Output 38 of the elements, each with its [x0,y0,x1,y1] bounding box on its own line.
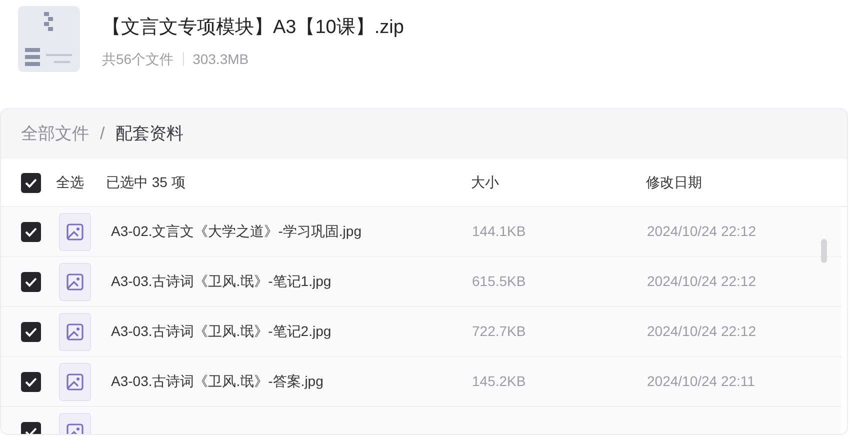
check-icon [25,178,37,188]
archive-title: 【文言文专项模块】A3【10课】.zip [102,16,404,40]
image-file-icon [59,262,91,300]
select-all-label: 全选 [56,173,85,192]
image-file-icon [59,362,91,400]
checkbox[interactable] [21,372,41,392]
column-header: 大小 [471,173,500,192]
file-size: 722.7KB [472,322,527,341]
zip-file-icon [18,6,80,72]
breadcrumb-link[interactable]: 配套资料 [116,121,184,147]
checkbox[interactable] [21,272,41,292]
modified-date: 2024/10/24 22:12 [647,222,756,241]
image-file-icon [59,312,91,350]
file-name[interactable]: A3-02.文言文《大学之道》-学习巩固.jpg [111,221,472,242]
check-icon [25,276,37,286]
file-count: 共56个文件 [102,50,174,68]
file-name[interactable]: A3-03.古诗词《卫风.氓》-笔记2.jpg [111,321,472,342]
check-icon [25,226,37,236]
file-name[interactable]: A3-03.古诗词《卫风.氓》-答案.jpg [111,371,472,392]
scrollbar-thumb[interactable] [821,239,827,263]
check-icon [25,326,37,336]
file-size: 144.1KB [472,222,527,241]
checkbox[interactable] [21,222,41,242]
checkbox[interactable] [21,322,41,342]
archive-size: 303.3MB [192,50,249,68]
image-file-icon [59,212,91,250]
check-icon [25,426,37,434]
file-name[interactable]: A3-03.古诗词《卫风.氓》-笔记1.jpg [111,271,472,292]
checkbox[interactable] [21,172,41,192]
modified-date: 2024/10/24 22:12 [647,272,756,291]
check-icon [25,376,37,386]
modified-date: 2024/10/24 22:12 [647,322,756,341]
file-size: 615.5KB [472,272,527,291]
column-header: 修改日期 [646,173,702,192]
modified-date: 2024/10/24 22:11 [647,372,755,391]
selection-info: 已选中 35 项 [106,173,186,192]
breadcrumb-separator: / [100,123,105,146]
file-size: 145.2KB [472,372,527,391]
